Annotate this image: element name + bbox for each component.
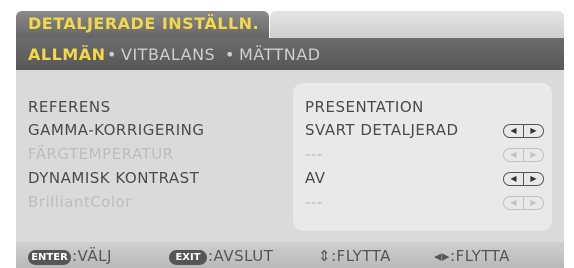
setting-value-gamma[interactable]: SVART DETALJERAD — [305, 121, 459, 139]
title-bar-spacer — [270, 11, 564, 39]
setting-value-dynamisk-kontrast[interactable]: AV — [305, 169, 326, 187]
arrow-left-icon: ◀ — [504, 149, 524, 161]
tab-allman[interactable]: ALLMÄN — [28, 45, 105, 64]
setting-value-fargtemperatur: --- — [305, 145, 323, 163]
enter-action-label: :VÄLJ — [72, 247, 112, 265]
move-leftright-label: ◂▸:FLYTTA — [434, 247, 510, 265]
arrow-right-icon[interactable]: ▶ — [524, 173, 543, 185]
arrow-left-icon[interactable]: ◀ — [504, 125, 524, 137]
setting-label-dynamisk-kontrast[interactable]: DYNAMISK KONTRAST — [28, 169, 199, 187]
menu-title-tab: DETALJERADE INSTÄLLN. — [16, 11, 269, 39]
gamma-arrow-control[interactable]: ◀ ▶ — [503, 124, 544, 138]
brilliantcolor-arrow-control: ◀ ▶ — [503, 196, 544, 210]
tab-mattnad[interactable]: MÄTTNAD — [239, 45, 321, 64]
arrow-right-icon: ▶ — [530, 198, 537, 207]
subtab-bar: ALLMÄN • VITBALANS • MÄTTNAD — [16, 38, 564, 70]
setting-label-brilliantcolor: BrilliantColor — [28, 193, 132, 211]
fargtemperatur-arrow-control: ◀ ▶ — [503, 148, 544, 162]
tab-vitbalans[interactable]: VITBALANS — [121, 45, 215, 64]
footer-help-bar: ENTER :VÄLJ EXIT :AVSLUT ⇕:FLYTTA ◂▸:FLY… — [16, 242, 564, 268]
tab-separator: • — [107, 45, 117, 64]
setting-label-fargtemperatur: FÄRGTEMPERATUR — [28, 145, 174, 163]
tab-separator: • — [225, 45, 235, 64]
osd-menu: DETALJERADE INSTÄLLN. ALLMÄN • VITBALANS… — [16, 11, 564, 268]
move-updown-label: ⇕:FLYTTA — [318, 247, 391, 265]
arrow-right-icon[interactable]: ▶ — [524, 125, 543, 137]
arrow-left-icon[interactable]: ◀ — [504, 173, 524, 185]
exit-action-label: :AVSLUT — [208, 247, 274, 265]
arrow-left-icon: ◀ — [504, 197, 524, 209]
settings-panel: REFERENS PRESENTATION GAMMA-KORRIGERING … — [16, 70, 564, 242]
enter-key-badge: ENTER — [28, 250, 71, 265]
setting-label-referens[interactable]: REFERENS — [28, 98, 111, 116]
setting-label-gamma[interactable]: GAMMA-KORRIGERING — [28, 121, 205, 139]
dynamisk-kontrast-arrow-control[interactable]: ◀ ▶ — [503, 172, 544, 186]
setting-value-referens[interactable]: PRESENTATION — [305, 98, 424, 116]
menu-title: DETALJERADE INSTÄLLN. — [28, 14, 260, 33]
arrow-right-icon: ▶ — [530, 150, 537, 159]
setting-value-brilliantcolor: --- — [305, 193, 323, 211]
exit-key-badge: EXIT — [169, 250, 207, 265]
